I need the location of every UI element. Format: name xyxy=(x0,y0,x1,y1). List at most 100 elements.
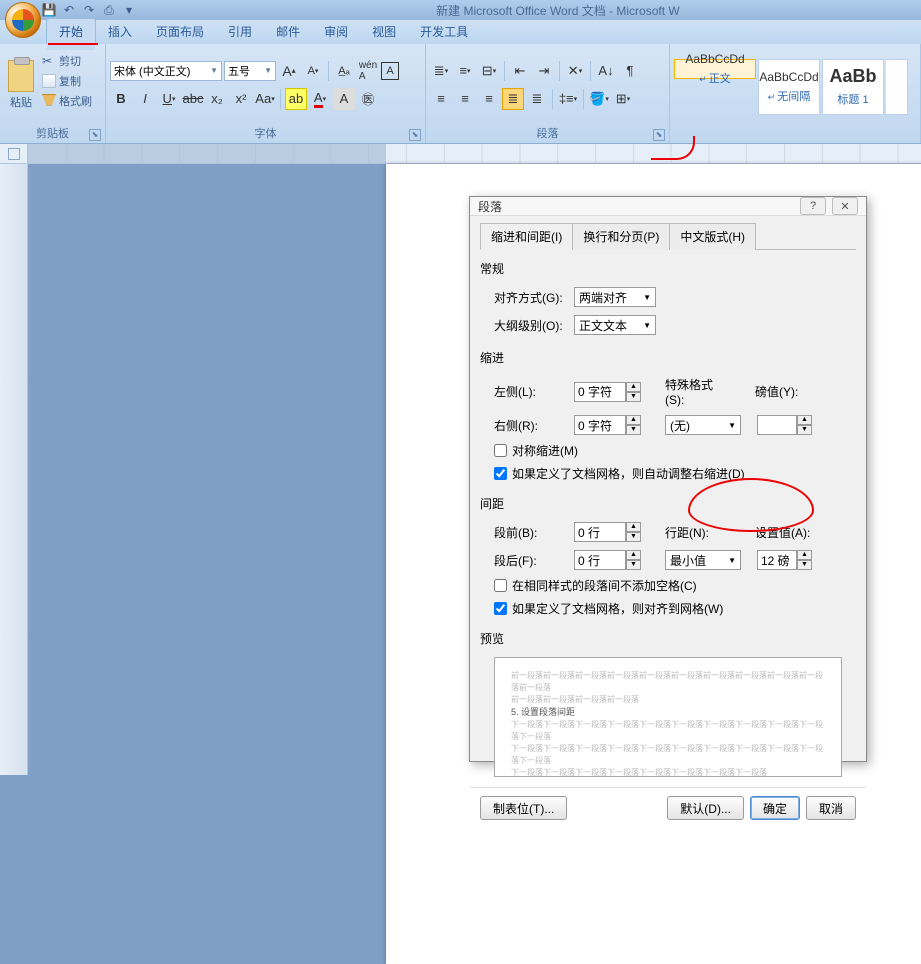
superscript-button[interactable]: x² xyxy=(230,88,252,110)
linespacing-label: 行距(N): xyxy=(665,524,731,541)
dialog-titlebar[interactable]: 段落 ? ✕ xyxy=(470,197,866,216)
font-size-combo[interactable]: 五号▼ xyxy=(224,61,276,81)
vertical-ruler[interactable] xyxy=(0,164,28,775)
grow-font-button[interactable]: A▴ xyxy=(278,60,300,82)
redo-icon[interactable]: ↷ xyxy=(82,3,96,17)
style-more[interactable] xyxy=(886,59,908,115)
left-indent-spin[interactable]: ▲▼ xyxy=(574,382,641,402)
strike-button[interactable]: abc xyxy=(182,88,204,110)
phonetic-button[interactable]: wénA xyxy=(357,60,379,82)
italic-button[interactable]: I xyxy=(134,88,156,110)
right-indent-spin[interactable]: ▲▼ xyxy=(574,415,641,435)
style-nospacing[interactable]: AaBbCcDd无间隔 xyxy=(758,59,820,115)
tab-view[interactable]: 视图 xyxy=(360,19,408,44)
font-face-combo[interactable]: 宋体 (中文正文)▼ xyxy=(110,61,222,81)
tab-indent-spacing[interactable]: 缩进和间距(I) xyxy=(480,223,573,250)
mirror-indent-check[interactable]: 对称缩进(M) xyxy=(494,442,856,459)
font-color-button[interactable]: A▾ xyxy=(309,88,331,110)
before-label: 段前(B): xyxy=(494,524,568,541)
help-button[interactable]: ? xyxy=(800,197,826,215)
font-launcher[interactable]: ⬊ xyxy=(409,129,421,141)
tab-review[interactable]: 审阅 xyxy=(312,19,360,44)
undo-icon[interactable]: ↶ xyxy=(62,3,76,17)
linespacing-select[interactable]: 最小值▼ xyxy=(665,550,741,570)
clipboard-launcher[interactable]: ⬊ xyxy=(89,129,101,141)
align-left-button[interactable]: ≡ xyxy=(430,88,452,110)
tab-home[interactable]: 开始 xyxy=(46,18,96,44)
enclose-char-button[interactable]: ㊩ xyxy=(357,88,379,110)
change-case-button[interactable]: Aa▾ xyxy=(254,88,276,110)
clear-format-button[interactable]: A̲ₐ xyxy=(333,60,355,82)
shading-button[interactable]: 🪣▾ xyxy=(588,88,610,110)
tab-insert[interactable]: 插入 xyxy=(96,19,144,44)
titlebar: 💾 ↶ ↷ ⎙ ▾ 新建 Microsoft Office Word 文档 - … xyxy=(0,0,921,20)
char-border-button[interactable]: A xyxy=(381,62,399,80)
copy-button[interactable]: 复制 xyxy=(40,72,94,90)
underline-button[interactable]: U▾ xyxy=(158,88,180,110)
tab-developer[interactable]: 开发工具 xyxy=(408,19,480,44)
asian-layout-button[interactable]: ✕▾ xyxy=(564,60,586,82)
print-icon[interactable]: ⎙ xyxy=(102,3,116,17)
after-spin[interactable]: ▲▼ xyxy=(574,550,641,570)
ok-button[interactable]: 确定 xyxy=(750,796,800,820)
qat-dropdown-icon[interactable]: ▾ xyxy=(122,3,136,17)
tab-line-page-breaks[interactable]: 换行和分页(P) xyxy=(572,223,670,250)
no-space-same-check[interactable]: 在相同样式的段落间不添加空格(C) xyxy=(494,577,856,594)
tab-mailings[interactable]: 邮件 xyxy=(264,19,312,44)
align-center-button[interactable]: ≡ xyxy=(454,88,476,110)
cancel-button[interactable]: 取消 xyxy=(806,796,856,820)
tab-selector[interactable] xyxy=(0,144,28,163)
borders-button[interactable]: ⊞▾ xyxy=(612,88,634,110)
format-painter-icon xyxy=(42,94,56,108)
line-spacing-button[interactable]: ‡≡▾ xyxy=(557,88,579,110)
multilevel-button[interactable]: ⊟▾ xyxy=(478,60,500,82)
horizontal-ruler[interactable] xyxy=(28,144,921,163)
align-right-button[interactable]: ≡ xyxy=(478,88,500,110)
tab-asian-typo[interactable]: 中文版式(H) xyxy=(669,223,756,250)
group-font: 宋体 (中文正文)▼ 五号▼ A▴ A▾ A̲ₐ wénA A B I U▾ a… xyxy=(106,44,426,143)
paste-icon xyxy=(8,60,34,92)
default-button[interactable]: 默认(D)... xyxy=(667,796,744,820)
close-button[interactable]: ✕ xyxy=(832,197,858,215)
tabstops-button[interactable]: 制表位(T)... xyxy=(480,796,567,820)
auto-adjust-check[interactable]: 如果定义了文档网格，则自动调整右缩进(D) xyxy=(494,465,856,482)
format-painter-button[interactable]: 格式刷 xyxy=(40,92,94,110)
cut-icon xyxy=(42,54,56,68)
tab-layout[interactable]: 页面布局 xyxy=(144,19,216,44)
dialog-tabs: 缩进和间距(I) 换行和分页(P) 中文版式(H) xyxy=(480,222,856,250)
alignment-label: 对齐方式(G): xyxy=(494,289,568,306)
special-select[interactable]: (无)▼ xyxy=(665,415,741,435)
at-spin[interactable]: ▲▼ xyxy=(757,550,812,570)
before-spin[interactable]: ▲▼ xyxy=(574,522,641,542)
preview-box: 前一段落前一段落前一段落前一段落前一段落前一段落前一段落前一段落前一段落前一段落… xyxy=(494,657,842,777)
save-icon[interactable]: 💾 xyxy=(42,3,56,17)
subscript-button[interactable]: x₂ xyxy=(206,88,228,110)
by-spin[interactable]: ▲▼ xyxy=(757,415,812,435)
tab-references[interactable]: 引用 xyxy=(216,19,264,44)
indent-dec-button[interactable]: ⇤ xyxy=(509,60,531,82)
char-shading-button[interactable]: A xyxy=(333,88,355,110)
section-general: 常规 xyxy=(480,260,856,277)
style-normal[interactable]: AaBbCcDd正文 xyxy=(674,59,756,79)
indent-inc-button[interactable]: ⇥ xyxy=(533,60,555,82)
snap-grid-check[interactable]: 如果定义了文档网格，则对齐到网格(W) xyxy=(494,600,856,617)
by-label: 磅值(Y): xyxy=(755,383,821,400)
justify-button[interactable]: ≣ xyxy=(502,88,524,110)
outline-select[interactable]: 正文文本▼ xyxy=(574,315,656,335)
left-indent-label: 左侧(L): xyxy=(494,383,568,400)
show-marks-button[interactable]: ¶ xyxy=(619,60,641,82)
alignment-select[interactable]: 两端对齐▼ xyxy=(574,287,656,307)
bold-button[interactable]: B xyxy=(110,88,132,110)
cut-button[interactable]: 剪切 xyxy=(40,52,94,70)
numbering-button[interactable]: ≡▾ xyxy=(454,60,476,82)
window-title: 新建 Microsoft Office Word 文档 - Microsoft … xyxy=(436,2,680,19)
office-button[interactable] xyxy=(5,2,41,38)
shrink-font-button[interactable]: A▾ xyxy=(302,60,324,82)
group-paragraph: ≣▾ ≡▾ ⊟▾ ⇤ ⇥ ✕▾ A↓ ¶ ≡ ≡ ≡ ≣ xyxy=(426,44,670,143)
bullets-button[interactable]: ≣▾ xyxy=(430,60,452,82)
sort-button[interactable]: A↓ xyxy=(595,60,617,82)
style-heading1[interactable]: AaBb标题 1 xyxy=(822,59,884,115)
paste-button[interactable]: 粘贴 xyxy=(4,52,38,118)
highlight-button[interactable]: ab xyxy=(285,88,307,110)
distribute-button[interactable]: ≣ xyxy=(526,88,548,110)
